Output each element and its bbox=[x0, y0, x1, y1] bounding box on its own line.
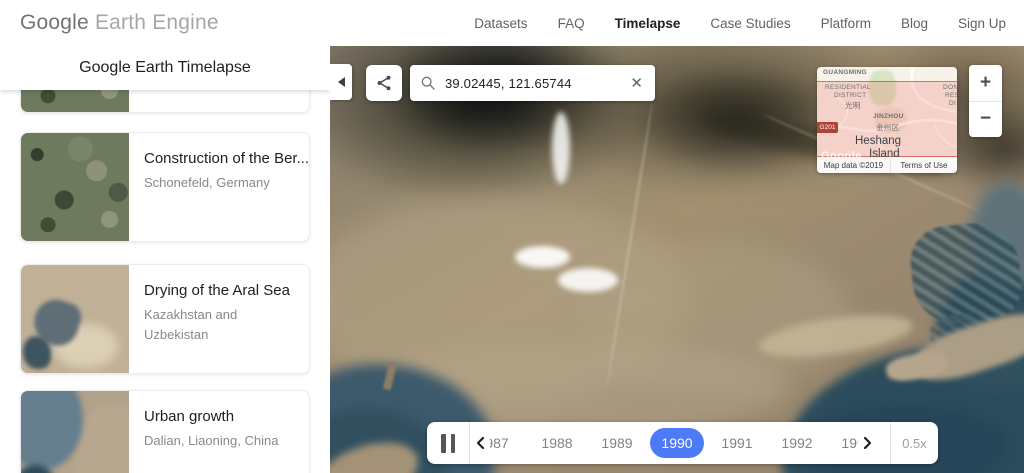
playback-speed-button[interactable]: 0.5x bbox=[890, 422, 938, 464]
card-thumbnail bbox=[21, 133, 129, 241]
previous-year-button[interactable] bbox=[470, 436, 490, 450]
minimap-label: DISTRICT bbox=[834, 92, 866, 99]
timeline-player: 987 1988 1989 1990 1991 1992 1993 0.5x bbox=[427, 422, 938, 464]
logo-brand: Google bbox=[20, 11, 89, 34]
year-1990-active[interactable]: 1990 bbox=[647, 428, 707, 458]
zoom-control: + − bbox=[969, 65, 1002, 137]
chevron-right-icon bbox=[863, 436, 873, 450]
nav-sign-up[interactable]: Sign Up bbox=[958, 16, 1006, 31]
share-button[interactable] bbox=[366, 65, 402, 101]
search-input[interactable]: 39.02445, 121.65744 bbox=[445, 76, 628, 91]
top-bar: Google Earth Engine Datasets FAQ Timelap… bbox=[0, 0, 1024, 46]
chevron-left-icon bbox=[475, 436, 485, 450]
map-attribution: Map data ©2019 bbox=[817, 158, 891, 173]
card-title: Urban growth bbox=[144, 408, 295, 425]
year-1987[interactable]: 987 bbox=[490, 435, 527, 451]
list-item-berlin-airport[interactable]: Construction of the Ber... Schonefeld, G… bbox=[20, 132, 310, 242]
nav-datasets[interactable]: Datasets bbox=[474, 16, 527, 31]
satellite-map[interactable]: 39.02445, 121.65744 ✕ GUANGMING RESIDENT… bbox=[330, 46, 1024, 473]
close-icon[interactable]: ✕ bbox=[628, 74, 645, 92]
minimap-label: 光明 bbox=[845, 100, 861, 111]
card-title: Drying of the Aral Sea bbox=[144, 282, 295, 299]
zoom-in-button[interactable]: + bbox=[969, 65, 1002, 102]
google-earth-engine-logo[interactable]: Google Earth Engine bbox=[20, 11, 219, 35]
card-title: Construction of the Ber... bbox=[144, 150, 309, 167]
page-title: Google Earth Timelapse bbox=[79, 59, 251, 77]
minimap-city-cn: 金州区 bbox=[876, 122, 899, 133]
search-icon bbox=[420, 75, 436, 91]
year-1988[interactable]: 1988 bbox=[527, 435, 587, 451]
year-1992[interactable]: 1992 bbox=[767, 435, 827, 451]
top-nav: Datasets FAQ Timelapse Case Studies Plat… bbox=[474, 0, 1006, 46]
list-item-urban-growth[interactable]: Urban growth Dalian, Liaoning, China bbox=[20, 390, 310, 473]
minimap-label: RESIDENTIAL bbox=[825, 84, 871, 91]
search-bar[interactable]: 39.02445, 121.65744 ✕ bbox=[410, 65, 655, 101]
card-subtitle: Schonefeld, Germany bbox=[144, 173, 294, 193]
next-year-button[interactable] bbox=[858, 436, 878, 450]
year-1991[interactable]: 1991 bbox=[707, 435, 767, 451]
year-strip: 987 1988 1989 1990 1991 1992 1993 bbox=[490, 422, 858, 464]
sidebar-header: Google Earth Timelapse bbox=[0, 46, 330, 90]
minimap-place-label: Heshang bbox=[855, 135, 901, 147]
minimap[interactable]: GUANGMING RESIDENTIAL DISTRICT 光明 DON RE… bbox=[817, 67, 957, 173]
zoom-out-button[interactable]: − bbox=[969, 102, 1002, 138]
nav-platform[interactable]: Platform bbox=[821, 16, 871, 31]
nav-blog[interactable]: Blog bbox=[901, 16, 928, 31]
year-1989[interactable]: 1989 bbox=[587, 435, 647, 451]
sidebar-collapse-button[interactable] bbox=[330, 64, 352, 100]
share-icon bbox=[375, 74, 393, 92]
chevron-left-icon bbox=[338, 77, 345, 87]
minimap-city-label: JINZHOU bbox=[873, 113, 904, 120]
road-shield-badge: G201 bbox=[817, 122, 838, 133]
sidebar: Google Earth Timelapse Construction of t… bbox=[0, 46, 330, 473]
card-subtitle: Kazakhstan and Uzbekistan bbox=[144, 305, 294, 344]
minimap-label: DI bbox=[949, 100, 956, 107]
nav-faq[interactable]: FAQ bbox=[558, 16, 585, 31]
terms-of-use-link[interactable]: Terms of Use bbox=[891, 158, 957, 173]
logo-product: Earth Engine bbox=[95, 11, 219, 34]
card-subtitle: Dalian, Liaoning, China bbox=[144, 431, 294, 451]
minimap-label: DON bbox=[943, 84, 957, 91]
card-thumbnail bbox=[21, 391, 129, 473]
minimap-label: GUANGMING bbox=[823, 69, 867, 76]
card-thumbnail bbox=[21, 265, 129, 373]
active-year-pill: 1990 bbox=[650, 428, 704, 458]
minimap-footer: Map data ©2019 Terms of Use bbox=[817, 158, 957, 173]
list-item-aral-sea[interactable]: Drying of the Aral Sea Kazakhstan and Uz… bbox=[20, 264, 310, 374]
nav-timelapse[interactable]: Timelapse bbox=[615, 16, 681, 31]
pause-button[interactable] bbox=[427, 422, 470, 464]
minimap-label: RES bbox=[945, 92, 957, 99]
pause-icon bbox=[441, 434, 446, 453]
year-1993[interactable]: 1993 bbox=[827, 435, 858, 451]
nav-case-studies[interactable]: Case Studies bbox=[710, 16, 790, 31]
